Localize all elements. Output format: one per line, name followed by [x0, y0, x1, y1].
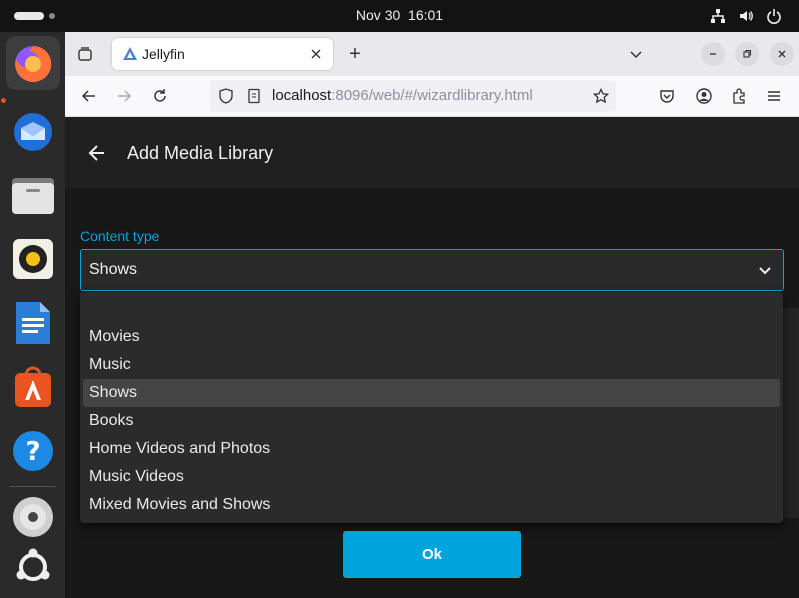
- tab-overview-icon[interactable]: [73, 42, 97, 66]
- content-type-label: Content type: [80, 228, 160, 244]
- extensions-icon[interactable]: [727, 84, 751, 108]
- network-icon[interactable]: [709, 7, 727, 25]
- volume-icon[interactable]: [737, 7, 755, 25]
- content-type-value: Shows: [89, 261, 138, 278]
- reload-icon[interactable]: [148, 84, 172, 108]
- url-bar[interactable]: localhost:8096/web/#/wizardlibrary.html: [210, 80, 616, 112]
- back-arrow-icon[interactable]: [85, 141, 109, 165]
- clock[interactable]: Nov 30 16:01: [0, 7, 799, 23]
- firefox-window: Jellyfin + localhost:8096/web/#/wizardli…: [65, 32, 799, 598]
- tab-jellyfin[interactable]: Jellyfin: [112, 38, 333, 70]
- new-tab-button[interactable]: +: [343, 42, 367, 66]
- dock-separator: [10, 486, 55, 487]
- content-type-select[interactable]: Shows: [80, 249, 784, 291]
- option-music-videos[interactable]: Music Videos: [83, 463, 780, 491]
- ok-button[interactable]: Ok: [343, 531, 521, 578]
- thunderbird-icon[interactable]: [6, 104, 60, 158]
- chevron-down-icon: [753, 258, 777, 282]
- option-empty[interactable]: [83, 295, 780, 323]
- libreoffice-writer-icon[interactable]: [6, 296, 60, 350]
- help-icon[interactable]: ?: [6, 424, 60, 478]
- url-text: localhost:8096/web/#/wizardlibrary.html: [272, 87, 533, 104]
- account-icon[interactable]: [692, 84, 716, 108]
- firefox-icon[interactable]: [6, 36, 60, 90]
- shield-icon[interactable]: [214, 84, 238, 108]
- navigation-toolbar: localhost:8096/web/#/wizardlibrary.html: [65, 76, 799, 117]
- content-type-dropdown: Movies Music Shows Books Home Videos and…: [80, 292, 783, 523]
- running-indicator: [1, 98, 6, 103]
- menu-icon[interactable]: [762, 84, 786, 108]
- close-window-button[interactable]: [770, 42, 794, 66]
- tab-bar: Jellyfin +: [65, 32, 799, 76]
- power-icon[interactable]: [765, 7, 783, 25]
- option-movies[interactable]: Movies: [83, 323, 780, 351]
- page-panel-edge: [783, 308, 799, 518]
- minimize-button[interactable]: [701, 42, 725, 66]
- url-host: localhost: [272, 87, 332, 104]
- option-music[interactable]: Music: [83, 351, 780, 379]
- page-header: Add Media Library: [65, 117, 799, 188]
- svg-text:?: ?: [25, 437, 40, 467]
- pocket-icon[interactable]: [655, 84, 679, 108]
- forward-icon[interactable]: [112, 84, 136, 108]
- jellyfin-page: Add Media Library Content type Shows Mov…: [65, 117, 799, 598]
- url-path: :8096/web/#/wizardlibrary.html: [331, 87, 533, 104]
- page-info-icon[interactable]: [242, 84, 266, 108]
- option-mixed-movies-shows[interactable]: Mixed Movies and Shows: [83, 491, 780, 519]
- rhythmbox-icon[interactable]: [6, 232, 60, 286]
- back-icon[interactable]: [77, 84, 101, 108]
- dock: ?: [0, 32, 65, 598]
- jellyfin-icon: [118, 42, 142, 66]
- system-top-bar: Nov 30 16:01: [0, 0, 799, 32]
- close-tab-icon[interactable]: [304, 42, 328, 66]
- option-books[interactable]: Books: [83, 407, 780, 435]
- option-home-videos[interactable]: Home Videos and Photos: [83, 435, 780, 463]
- option-shows[interactable]: Shows: [83, 379, 780, 407]
- optical-drive-icon[interactable]: [6, 490, 60, 544]
- app-center-icon[interactable]: [6, 360, 60, 414]
- page-title: Add Media Library: [127, 143, 274, 163]
- files-icon[interactable]: [6, 168, 60, 222]
- restore-button[interactable]: [735, 42, 759, 66]
- clock-date: Nov 30: [355, 7, 401, 23]
- clock-time: 16:01: [408, 7, 444, 23]
- ubuntu-show-apps-icon[interactable]: [6, 540, 60, 594]
- bookmark-star-icon[interactable]: [589, 84, 613, 108]
- tab-title: Jellyfin: [142, 46, 185, 62]
- list-all-tabs-icon[interactable]: [624, 42, 648, 66]
